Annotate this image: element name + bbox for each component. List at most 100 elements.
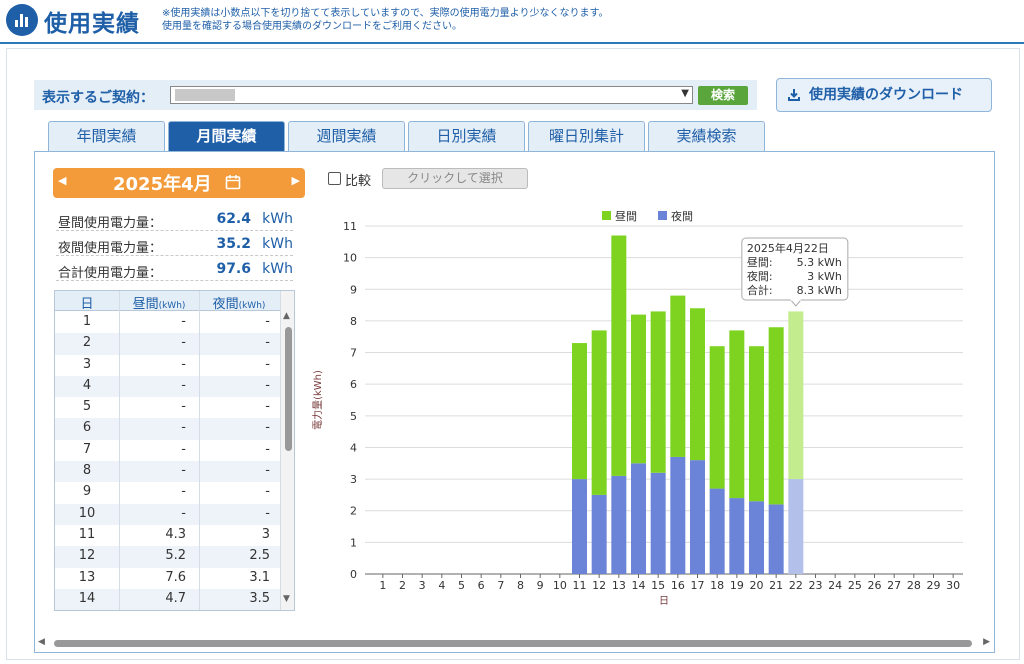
- y-tick-label: 3: [350, 473, 357, 486]
- tooltip-row-value: 3 kWh: [807, 270, 842, 283]
- x-tick-label: 23: [809, 579, 823, 592]
- x-tick-label: 22: [789, 579, 803, 592]
- compare-checkbox[interactable]: [328, 172, 341, 185]
- header-daytime-label: 昼間: [132, 297, 159, 312]
- table-row: 4 - -: [55, 375, 280, 398]
- x-tick-label: 14: [632, 579, 646, 592]
- tab-daily[interactable]: 日別実績: [408, 121, 525, 151]
- cell-night: -: [265, 484, 270, 500]
- cell-night: -: [265, 463, 270, 479]
- x-tick-label: 5: [458, 579, 465, 592]
- scrollbar-thumb[interactable]: [285, 327, 292, 451]
- bar-daytime: [729, 330, 745, 499]
- bar-night: [650, 472, 666, 574]
- tooltip-row-value: 5.3 kWh: [797, 256, 842, 269]
- tab-monthly[interactable]: 月間実績: [168, 121, 285, 151]
- cell-daytime: -: [181, 314, 186, 329]
- summary-value: 62.4: [216, 211, 251, 227]
- x-tick-label: 28: [907, 579, 921, 592]
- cell-night: -: [265, 441, 270, 457]
- daily-table: 日 昼間(kWh) 夜間(kWh) 1--2--3--4--5--6--7--8…: [54, 290, 295, 611]
- cell-night: -: [265, 399, 270, 415]
- y-tick-label: 6: [350, 378, 357, 391]
- contract-select[interactable]: ▼: [170, 86, 693, 104]
- bar-night: [690, 460, 705, 574]
- x-tick-label: 12: [592, 579, 606, 592]
- cell-day: 3: [82, 356, 92, 372]
- bar-night: [591, 494, 607, 574]
- bar-daytime: [611, 235, 627, 476]
- y-tick-label: 9: [350, 283, 357, 296]
- table-header: 日 昼間(kWh) 夜間(kWh): [55, 291, 280, 312]
- legend-label-daytime: 昼間: [615, 210, 637, 223]
- summary-total: 合計使用電力量： 97.6 kWh: [56, 257, 293, 281]
- prev-month-icon[interactable]: ◀: [58, 174, 66, 187]
- calendar-icon[interactable]: [225, 174, 241, 190]
- month-label[interactable]: 2025年4月: [113, 170, 212, 196]
- summary-unit: kWh: [262, 261, 293, 277]
- table-row: 11 4.3 3: [55, 525, 280, 546]
- bar-daytime: [788, 311, 804, 480]
- x-tick-label: 25: [848, 579, 862, 592]
- bar-night: [631, 463, 646, 574]
- y-tick-label: 4: [350, 441, 357, 454]
- tab-search[interactable]: 実績検索: [648, 121, 765, 151]
- cell-daytime: 7.6: [165, 569, 186, 585]
- table-row: 2 - -: [55, 333, 280, 355]
- cell-night: 3: [261, 526, 270, 542]
- tab-annual[interactable]: 年間実績: [48, 121, 165, 151]
- bar-chart-icon: [6, 4, 38, 36]
- bar-daytime: [749, 346, 764, 502]
- summary-label: 合計使用電力量：: [58, 266, 163, 281]
- y-axis-title: 電力量(kWh): [311, 370, 324, 430]
- x-tick-label: 19: [730, 579, 744, 592]
- scroll-up-icon[interactable]: ▲: [283, 311, 290, 321]
- table-row: 5 - -: [55, 397, 280, 418]
- cell-daytime: -: [181, 356, 186, 372]
- header-night-label: 夜間: [212, 297, 239, 312]
- horizontal-scrollbar[interactable]: ◀ ▶: [36, 636, 992, 650]
- scroll-right-icon[interactable]: ▶: [983, 637, 990, 647]
- header-unit: (kWh): [158, 301, 186, 311]
- summary-unit: kWh: [262, 211, 293, 227]
- x-tick-label: 13: [612, 579, 626, 592]
- x-tick-label: 2: [399, 579, 406, 592]
- x-tick-label: 24: [828, 579, 842, 592]
- header-note-line2: 使用量を確認する場合使用実績のダウンロードをご利用ください。: [162, 21, 462, 32]
- y-tick-label: 11: [343, 220, 357, 233]
- x-tick-label: 27: [887, 579, 901, 592]
- bar-night: [611, 475, 627, 574]
- column-divider: [119, 291, 120, 610]
- table-scrollbar[interactable]: ▲ ▼: [280, 291, 294, 610]
- tab-weekday[interactable]: 曜日別集計: [528, 121, 645, 151]
- y-tick-label: 2: [350, 505, 357, 518]
- download-button[interactable]: 使用実績のダウンロード: [776, 78, 992, 112]
- summary-value: 35.2: [216, 236, 251, 252]
- next-month-icon[interactable]: ▶: [292, 174, 300, 187]
- x-tick-label: 30: [946, 579, 960, 592]
- scrollbar-thumb[interactable]: [54, 640, 972, 647]
- cell-day: 12: [78, 548, 96, 564]
- y-tick-label: 1: [350, 536, 357, 549]
- y-tick-label: 5: [350, 410, 357, 423]
- x-tick-label: 1: [379, 579, 386, 592]
- header-unit: (kWh): [238, 301, 266, 311]
- compare-select-button[interactable]: クリックして選択: [382, 168, 528, 189]
- summary-value: 97.6: [216, 261, 251, 277]
- x-tick-label: 10: [553, 579, 567, 592]
- x-tick-label: 17: [691, 579, 705, 592]
- table-row: 6 - -: [55, 418, 280, 440]
- scroll-down-icon[interactable]: ▼: [283, 594, 290, 604]
- page-title: 使用実績: [44, 11, 140, 37]
- y-tick-label: 8: [350, 315, 357, 328]
- tab-weekly[interactable]: 週間実績: [288, 121, 405, 151]
- table-row: 3 - -: [55, 355, 280, 376]
- x-tick-label: 21: [769, 579, 783, 592]
- scroll-left-icon[interactable]: ◀: [38, 637, 45, 647]
- cell-daytime: -: [181, 335, 186, 351]
- search-button[interactable]: 検索: [698, 86, 748, 105]
- table-body: 1- -2- -3- -4- -5- -6- -7- -8- -9- -10- -11 4.3 3 12 5…: [55, 312, 280, 610]
- bar-daytime: [631, 314, 646, 464]
- bar-night: [788, 479, 804, 574]
- y-tick-label: 10: [343, 252, 357, 265]
